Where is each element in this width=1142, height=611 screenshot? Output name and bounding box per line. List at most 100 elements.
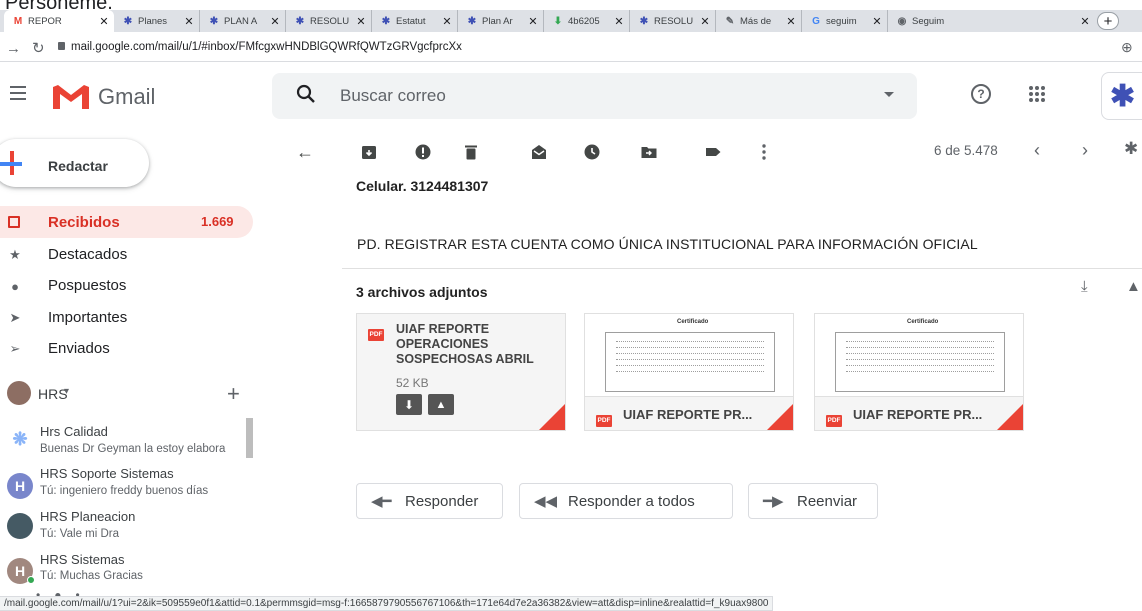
prev-email-icon[interactable]: ‹ <box>1034 140 1040 161</box>
move-to-icon[interactable] <box>639 142 659 162</box>
new-tab-button[interactable]: + <box>1097 12 1119 30</box>
archive-icon[interactable] <box>359 142 379 162</box>
save-to-drive-icon[interactable]: ▲ <box>1126 278 1141 295</box>
attachment-card-1[interactable]: PDF UIAF REPORTE OPERACIONES SOSPECHOSAS… <box>356 313 566 431</box>
close-icon[interactable]: ✕ <box>440 15 454 28</box>
search-icon[interactable] <box>296 84 316 109</box>
browser-tab-4[interactable]: ✱ RESOLU ✕ <box>286 10 372 32</box>
attachment-card-2[interactable]: Certificado PDF UIAF REPORTE PR... <box>584 313 794 431</box>
browser-tab-5[interactable]: ✱ Estatut ✕ <box>372 10 458 32</box>
help-icon[interactable]: ? <box>971 84 991 104</box>
back-arrow-icon[interactable]: ← <box>295 142 315 162</box>
chat-name[interactable]: HRS Planeacion <box>40 509 135 524</box>
browser-tab-3[interactable]: ✱ PLAN A ✕ <box>200 10 286 32</box>
browser-tab-7[interactable]: ⬇ 4b6205 ✕ <box>544 10 630 32</box>
important-icon: ➤ <box>9 310 21 325</box>
browser-tab-9[interactable]: ✎ Más de ✕ <box>716 10 802 32</box>
drive-icon: ▲ <box>435 398 447 411</box>
gmail-icon: M <box>13 15 23 27</box>
zoom-icon[interactable]: ⊕ <box>1121 39 1133 56</box>
close-icon[interactable]: ✕ <box>698 15 712 28</box>
sidebar-scrollbar[interactable] <box>246 418 253 458</box>
org-icon: ✱ <box>381 15 391 27</box>
browser-tab-2[interactable]: ✱ Planes ✕ <box>114 10 200 32</box>
sidebar-item-sent[interactable]: Enviados <box>48 340 110 357</box>
attachment-preview: Certificado <box>585 314 793 396</box>
org-icon: ✱ <box>467 15 477 27</box>
preview-table <box>835 332 1005 392</box>
gmail-logo-icon <box>53 85 89 109</box>
compose-label: Redactar <box>48 158 108 174</box>
browser-tab-6[interactable]: ✱ Plan Ar ✕ <box>458 10 544 32</box>
reply-button[interactable]: ◀━ Responder <box>356 483 503 519</box>
delete-icon[interactable] <box>461 142 481 162</box>
sidebar-item-starred[interactable]: Destacados <box>48 246 127 263</box>
clock-icon: ● <box>11 278 19 294</box>
close-icon[interactable]: ✕ <box>354 15 368 28</box>
reply-all-button[interactable]: ◀◀ Responder a todos <box>519 483 733 519</box>
close-icon[interactable]: ✕ <box>97 15 111 28</box>
browser-tab-11[interactable]: ◉ Seguim ✕ <box>888 10 1095 32</box>
chat-avatar: ❋ <box>12 428 28 449</box>
send-icon: ➢ <box>9 341 21 356</box>
close-icon[interactable]: ✕ <box>526 15 540 28</box>
chat-name[interactable]: Hrs Calidad <box>40 424 108 439</box>
search-input[interactable]: Buscar correo <box>340 86 446 106</box>
forward-button[interactable]: ━▶ Reenviar <box>748 483 878 519</box>
mark-unread-icon[interactable] <box>529 142 549 162</box>
attachment-footer: PDF UIAF REPORTE PR... <box>815 396 1023 430</box>
sidebar-item-important[interactable]: Importantes <box>48 309 127 326</box>
unread-count: 1.669 <box>201 214 234 229</box>
close-icon[interactable]: ✕ <box>612 15 626 28</box>
attachment-size: 52 KB <box>396 376 429 390</box>
pdf-icon: PDF <box>368 323 384 341</box>
close-icon[interactable]: ✕ <box>268 15 282 28</box>
close-icon[interactable]: ✕ <box>784 15 798 28</box>
browser-tab-8[interactable]: ✱ RESOLU ✕ <box>630 10 716 32</box>
download-all-icon[interactable]: ⤓ <box>1081 278 1088 295</box>
close-icon[interactable]: ✕ <box>870 15 884 28</box>
menu-icon[interactable] <box>10 86 26 100</box>
add-chat-button[interactable]: + <box>227 381 240 407</box>
org-icon: ✱ <box>639 15 649 27</box>
sidebar-item-snoozed[interactable]: Pospuestos <box>48 277 126 294</box>
close-icon[interactable]: ✕ <box>182 15 196 28</box>
chevron-down-icon[interactable]: ▾ <box>64 386 69 397</box>
gmail-logo[interactable] <box>51 81 91 116</box>
forward-label: Reenviar <box>797 492 858 510</box>
chat-snippet: Tú: Muchas Gracias <box>40 570 143 582</box>
gear-icon[interactable]: ✱ <box>1124 139 1138 159</box>
close-icon[interactable]: ✕ <box>1078 15 1092 28</box>
download-icon: ⬇ <box>403 397 415 412</box>
org-logo-box[interactable]: ✱ <box>1101 72 1142 120</box>
sidebar-item-label: Recibidos <box>48 214 120 231</box>
chat-name[interactable]: HRS Soporte Sistemas <box>40 466 174 481</box>
pdf-corner-fold <box>997 404 1023 430</box>
next-email-icon[interactable]: › <box>1082 140 1088 161</box>
attachments-title: 3 archivos adjuntos <box>356 284 488 300</box>
report-spam-icon[interactable] <box>413 142 433 162</box>
more-options-icon[interactable] <box>754 142 774 162</box>
label-icon[interactable] <box>703 142 723 162</box>
pen-icon: ✎ <box>725 15 735 27</box>
attachment-card-3[interactable]: Certificado PDF UIAF REPORTE PR... <box>814 313 1024 431</box>
star-icon: ★ <box>9 247 21 262</box>
reload-icon[interactable]: ↻ <box>32 39 45 57</box>
forward-arrow-icon[interactable]: → <box>6 40 21 57</box>
chat-avatar <box>7 513 33 539</box>
browser-tab-10[interactable]: G seguim ✕ <box>802 10 888 32</box>
pdf-corner-fold <box>539 404 565 430</box>
account-avatar[interactable] <box>7 381 31 405</box>
apps-grid-icon[interactable] <box>1028 85 1046 108</box>
save-to-drive-button[interactable]: ▲ <box>428 394 454 415</box>
search-options-icon[interactable] <box>884 92 894 97</box>
chat-snippet: Tú: ingeniero freddy buenos días <box>40 485 209 497</box>
snooze-icon[interactable] <box>582 142 602 162</box>
globe-icon: ◉ <box>897 15 907 27</box>
phone-line: Celular. 3124481307 <box>356 178 489 194</box>
download-attachment-button[interactable]: ⬇ <box>396 394 422 415</box>
chat-name[interactable]: HRS Sistemas <box>40 552 125 567</box>
url-text[interactable]: mail.google.com/mail/u/1/#inbox/FMfcgxwH… <box>71 41 462 53</box>
pdf-icon: PDF <box>596 409 612 427</box>
browser-tab-1[interactable]: M REPOR ✕ <box>4 10 114 32</box>
